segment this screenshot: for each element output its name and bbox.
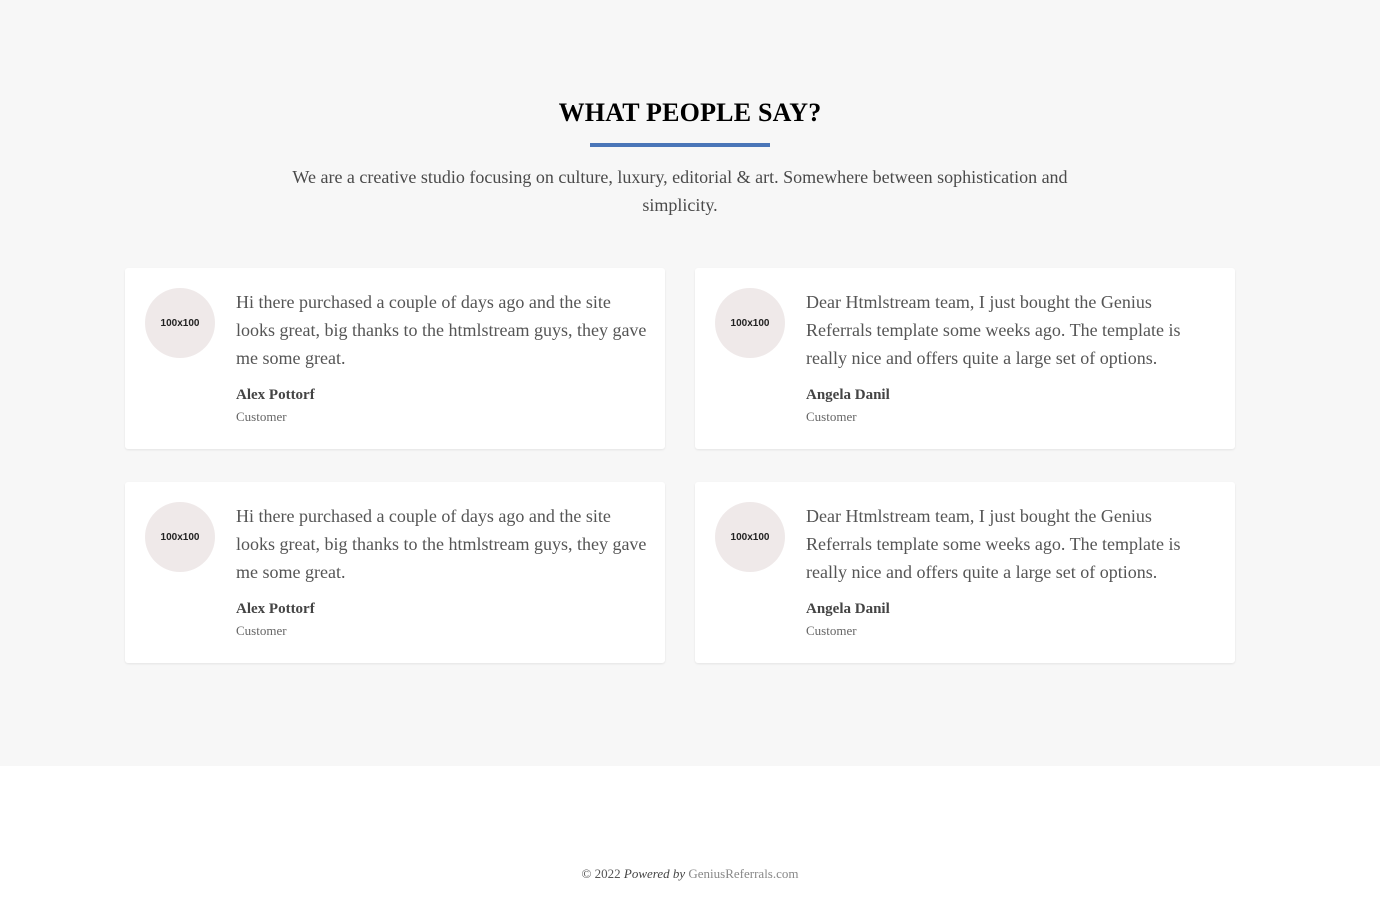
footer-copyright: © 2022	[581, 866, 621, 881]
testimonial-role: Customer	[236, 623, 287, 638]
page-footer: © 2022 Powered by GeniusReferrals.com	[0, 866, 1380, 882]
section-intro: We are a creative studio focusing on cul…	[292, 167, 1068, 215]
section-title: WHAT PEOPLE SAY?	[558, 98, 822, 127]
avatar-placeholder: 100x100	[715, 502, 785, 572]
footer-link[interactable]: GeniusReferrals.com	[688, 866, 798, 881]
avatar-placeholder: 100x100	[145, 502, 215, 572]
testimonial-quote: Hi there purchased a couple of days ago …	[236, 292, 647, 368]
footer-powered-by: Powered by	[623, 866, 686, 881]
testimonial-card: 100x100 Dear Htmlstream team, I just bou…	[695, 268, 1235, 449]
testimonial-quote: Dear Htmlstream team, I just bought the …	[806, 292, 1181, 368]
testimonial-card: 100x100 Hi there purchased a couple of d…	[125, 268, 665, 449]
avatar-placeholder: 100x100	[715, 288, 785, 358]
testimonial-quote: Dear Htmlstream team, I just bought the …	[806, 506, 1181, 582]
testimonial-author: Alex Pottorf	[236, 601, 315, 617]
testimonial-card: 100x100 Dear Htmlstream team, I just bou…	[695, 482, 1235, 663]
title-underline	[590, 143, 770, 147]
testimonial-role: Customer	[806, 623, 857, 638]
testimonial-role: Customer	[236, 409, 287, 424]
testimonial-card: 100x100 Hi there purchased a couple of d…	[125, 482, 665, 663]
testimonial-author: Angela Danil	[806, 601, 890, 617]
testimonial-quote: Hi there purchased a couple of days ago …	[236, 506, 647, 582]
testimonial-author: Angela Danil	[806, 387, 890, 403]
testimonials-section: WHAT PEOPLE SAY? We are a creative studi…	[0, 0, 1380, 766]
testimonial-role: Customer	[806, 409, 857, 424]
testimonial-author: Alex Pottorf	[236, 387, 315, 403]
avatar-placeholder: 100x100	[145, 288, 215, 358]
